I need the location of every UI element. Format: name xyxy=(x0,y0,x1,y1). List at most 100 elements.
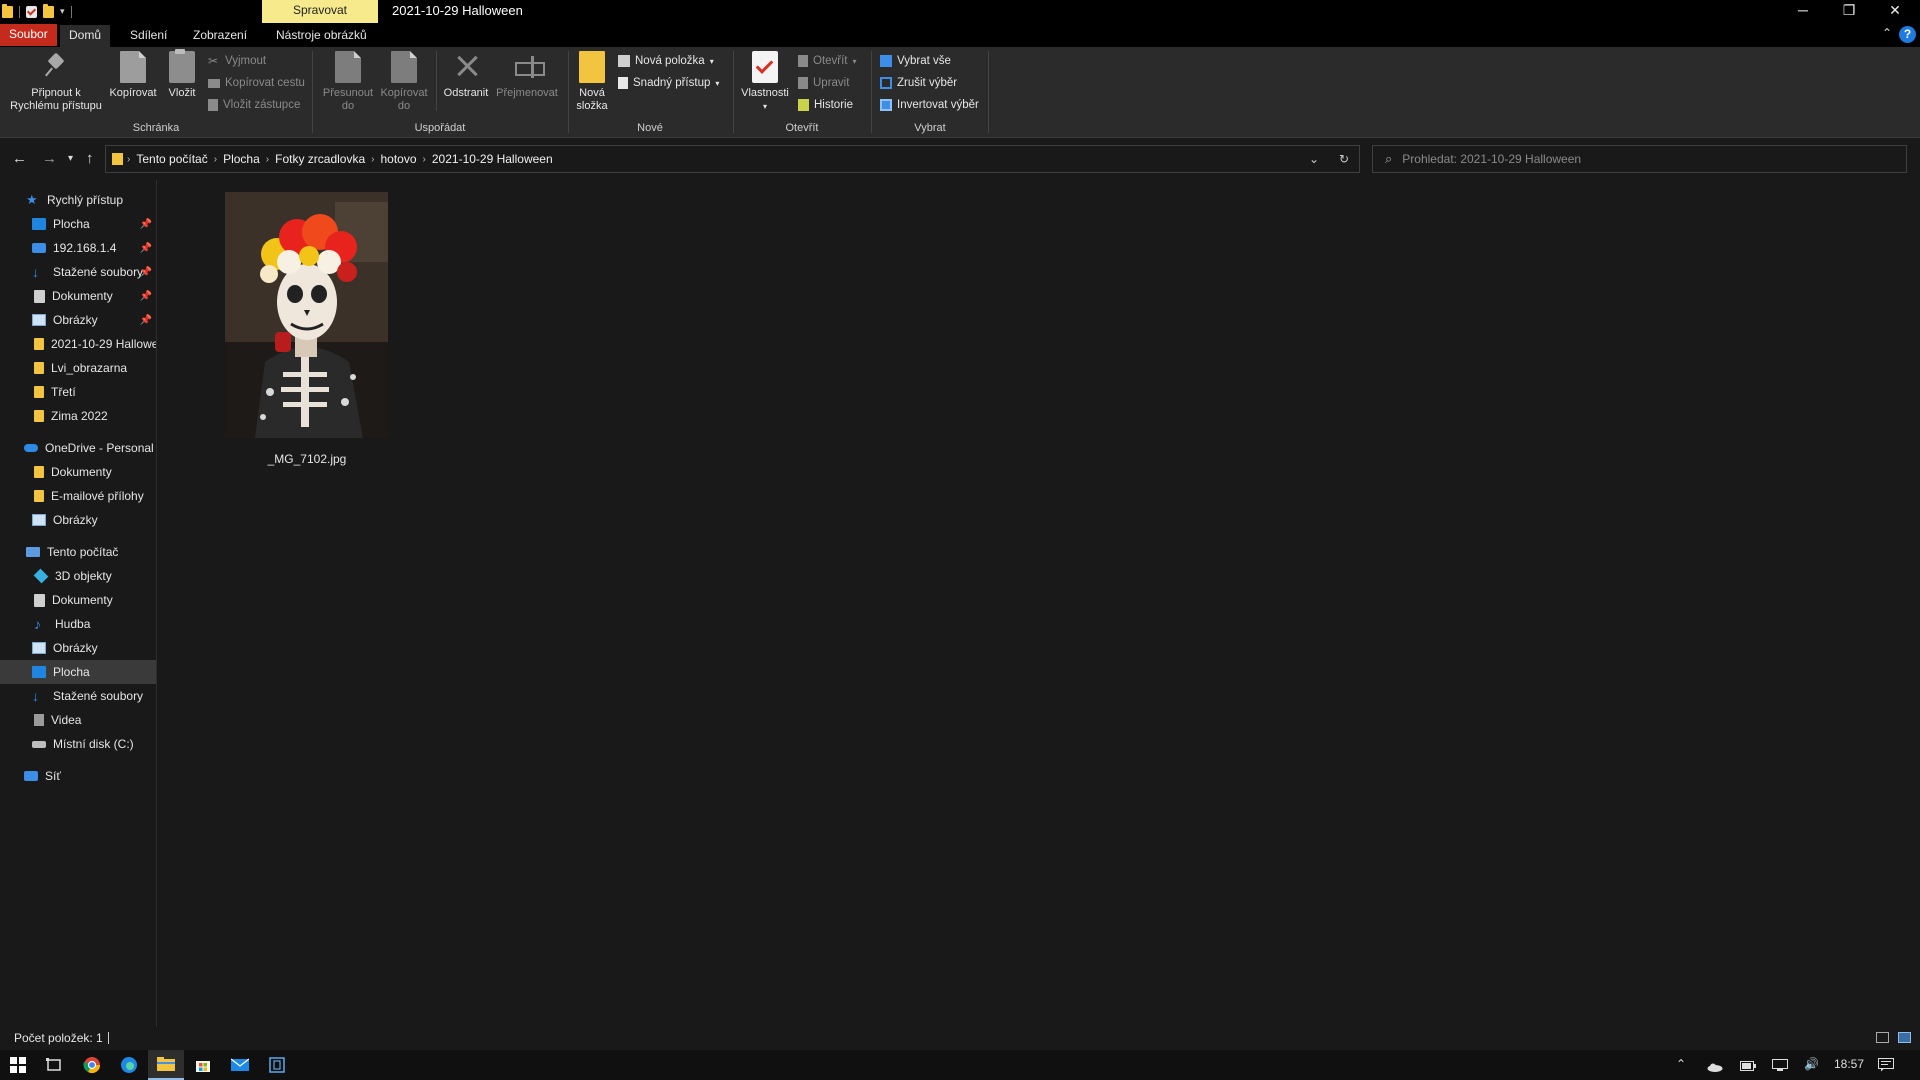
tab-picture-tools[interactable]: Nástroje obrázků xyxy=(267,25,376,47)
clock[interactable]: 18:57 xyxy=(1834,1057,1864,1071)
properties-button[interactable]: Vlastnosti ▾ xyxy=(736,51,794,113)
sidebar-item-videos[interactable]: Videa xyxy=(0,708,156,732)
new-item-button[interactable]: Nová položka ▾ xyxy=(618,52,714,70)
file-name[interactable]: _MG_7102.jpg xyxy=(220,452,394,466)
breadcrumb-done[interactable]: hotovo xyxy=(381,152,417,166)
customize-toolbar-chevron-icon[interactable]: ▾ xyxy=(60,6,65,17)
file-item[interactable]: _MG_7102.jpg xyxy=(220,190,406,466)
sidebar-item-halloween[interactable]: 2021-10-29 Hallowe xyxy=(0,332,156,356)
refresh-icon[interactable]: ↻ xyxy=(1339,146,1349,172)
sidebar-item-onedrive-documents[interactable]: Dokumenty xyxy=(0,460,156,484)
tab-share[interactable]: Sdílení xyxy=(121,25,176,47)
sidebar-item-local-disk[interactable]: Místní disk (C:) xyxy=(0,732,156,756)
network-monitor-icon[interactable] xyxy=(1772,1059,1788,1074)
battery-icon[interactable] xyxy=(1740,1060,1756,1074)
sidebar-item-documents-pinned[interactable]: Dokumenty 📌 xyxy=(0,284,156,308)
store-icon[interactable] xyxy=(185,1050,221,1080)
sidebar-item-this-pc[interactable]: Tento počítač xyxy=(0,540,156,564)
large-icons-view-icon[interactable] xyxy=(1898,1032,1911,1043)
sidebar-item-pictures[interactable]: Obrázky xyxy=(0,636,156,660)
tab-file[interactable]: Soubor xyxy=(0,24,57,46)
sidebar-item-onedrive-attachments[interactable]: E-mailové přílohy xyxy=(0,484,156,508)
app-window-icon[interactable] xyxy=(259,1050,295,1080)
minimize-button[interactable]: ─ xyxy=(1780,0,1826,23)
copy-path-button[interactable]: Kopírovat cestu xyxy=(208,74,305,92)
breadcrumb-current-folder[interactable]: 2021-10-29 Halloween xyxy=(432,152,553,166)
mail-icon[interactable] xyxy=(222,1050,258,1080)
breadcrumb-desktop[interactable]: Plocha xyxy=(223,152,260,166)
sidebar-item-network-share[interactable]: 192.168.1.4 📌 xyxy=(0,236,156,260)
sidebar-item-onedrive[interactable]: OneDrive - Personal xyxy=(0,436,156,460)
delete-button[interactable]: Odstranit xyxy=(438,51,494,100)
sidebar-item-treti[interactable]: Třetí xyxy=(0,380,156,404)
edit-button[interactable]: Upravit xyxy=(798,74,849,92)
recent-locations-chevron-icon[interactable]: ▾ xyxy=(68,153,73,164)
sidebar-item-music[interactable]: ♪ Hudba xyxy=(0,612,156,636)
context-tab-manage[interactable]: Spravovat xyxy=(262,0,378,23)
breadcrumb-photos[interactable]: Fotky zrcadlovka xyxy=(275,152,365,166)
select-none-button[interactable]: Zrušit výběr xyxy=(880,74,957,92)
sidebar-item-zima-2022[interactable]: Zima 2022 xyxy=(0,404,156,428)
start-windows-icon[interactable] xyxy=(0,1050,36,1080)
help-icon[interactable]: ? xyxy=(1899,26,1916,43)
easy-access-button[interactable]: Snadný přístup ▾ xyxy=(618,74,719,92)
forward-arrow-icon[interactable]: → xyxy=(42,150,57,167)
copy-to-button[interactable]: Kopírovat do xyxy=(376,51,432,113)
paste-shortcut-button[interactable]: Vložit zástupce xyxy=(208,96,300,114)
tab-home[interactable]: Domů xyxy=(60,25,111,47)
sidebar-item-downloads[interactable]: ↓ Stažené soubory xyxy=(0,684,156,708)
sidebar-item-3d-objects[interactable]: 3D objekty xyxy=(0,564,156,588)
breadcrumb-separator-icon[interactable]: › xyxy=(127,154,130,165)
window-title: 2021-10-29 Halloween xyxy=(392,3,523,18)
rename-button[interactable]: Přejmenovat xyxy=(492,51,562,100)
open-button[interactable]: Otevřít ▾ xyxy=(798,52,857,70)
show-hidden-icons-chevron-icon[interactable]: ⌃ xyxy=(1676,1057,1686,1071)
pin-to-quick-access-button[interactable]: Připnout k Rychlému přístupu xyxy=(6,51,106,113)
breadcrumb-separator-icon[interactable]: › xyxy=(371,154,374,165)
collapse-ribbon-icon[interactable]: ⌃ xyxy=(1882,26,1892,40)
restore-button[interactable]: ❐ xyxy=(1826,0,1872,23)
address-history-chevron-icon[interactable]: ⌄ xyxy=(1309,146,1319,172)
sidebar-item-pictures-pinned[interactable]: Obrázky 📌 xyxy=(0,308,156,332)
history-button[interactable]: Historie xyxy=(798,96,853,114)
sidebar-item-documents[interactable]: Dokumenty xyxy=(0,588,156,612)
action-center-icon[interactable] xyxy=(1878,1058,1894,1075)
chrome-icon[interactable] xyxy=(74,1050,110,1080)
copy-button[interactable]: Kopírovat xyxy=(106,51,160,100)
search-box[interactable]: ⌕ xyxy=(1372,145,1907,173)
pin-icon xyxy=(43,51,69,83)
address-bar[interactable]: › Tento počítač › Plocha › Fotky zrcadlo… xyxy=(105,145,1360,173)
search-input[interactable] xyxy=(1402,152,1883,166)
copy-icon xyxy=(120,51,146,83)
cut-button[interactable]: ✂ Vyjmout xyxy=(208,52,266,70)
breadcrumb-separator-icon[interactable]: › xyxy=(423,154,426,165)
edge-icon[interactable] xyxy=(111,1050,147,1080)
sidebar-item-desktop-pinned[interactable]: Plocha 📌 xyxy=(0,212,156,236)
onedrive-cloud-icon[interactable] xyxy=(1707,1061,1723,1075)
back-arrow-icon[interactable]: ← xyxy=(12,150,27,167)
sidebar-item-network[interactable]: Síť xyxy=(0,764,156,788)
select-all-button[interactable]: Vybrat vše xyxy=(880,52,951,70)
breadcrumb-separator-icon[interactable]: › xyxy=(266,154,269,165)
network-drive-icon xyxy=(32,243,46,253)
move-to-button[interactable]: Přesunout do xyxy=(318,51,378,113)
new-folder-button[interactable]: Nová složka xyxy=(570,51,614,113)
close-button[interactable]: ✕ xyxy=(1872,0,1918,23)
sidebar-item-desktop[interactable]: Plocha xyxy=(0,660,156,684)
sidebar-item-lvi-obrazarna[interactable]: Lvi_obrazarna xyxy=(0,356,156,380)
task-view-icon[interactable] xyxy=(36,1050,72,1080)
details-view-icon[interactable] xyxy=(1876,1032,1889,1043)
properties-quick-icon[interactable] xyxy=(26,5,37,18)
volume-speaker-icon[interactable]: 🔊 xyxy=(1804,1057,1819,1071)
sidebar-item-downloads-pinned[interactable]: ↓ Stažené soubory 📌 xyxy=(0,260,156,284)
invert-selection-button[interactable]: Invertovat výběr xyxy=(880,96,979,114)
breadcrumb-this-pc[interactable]: Tento počítač xyxy=(136,152,207,166)
sidebar-item-onedrive-pictures[interactable]: Obrázky xyxy=(0,508,156,532)
new-folder-quick-icon[interactable] xyxy=(43,3,54,18)
file-explorer-icon[interactable] xyxy=(148,1050,184,1080)
up-arrow-icon[interactable]: ↑ xyxy=(86,150,94,167)
sidebar-item-quick-access[interactable]: ★ Rychlý přístup xyxy=(0,188,156,212)
tab-view[interactable]: Zobrazení xyxy=(184,25,256,47)
breadcrumb-separator-icon[interactable]: › xyxy=(214,154,217,165)
paste-button[interactable]: Vložit xyxy=(162,49,202,100)
